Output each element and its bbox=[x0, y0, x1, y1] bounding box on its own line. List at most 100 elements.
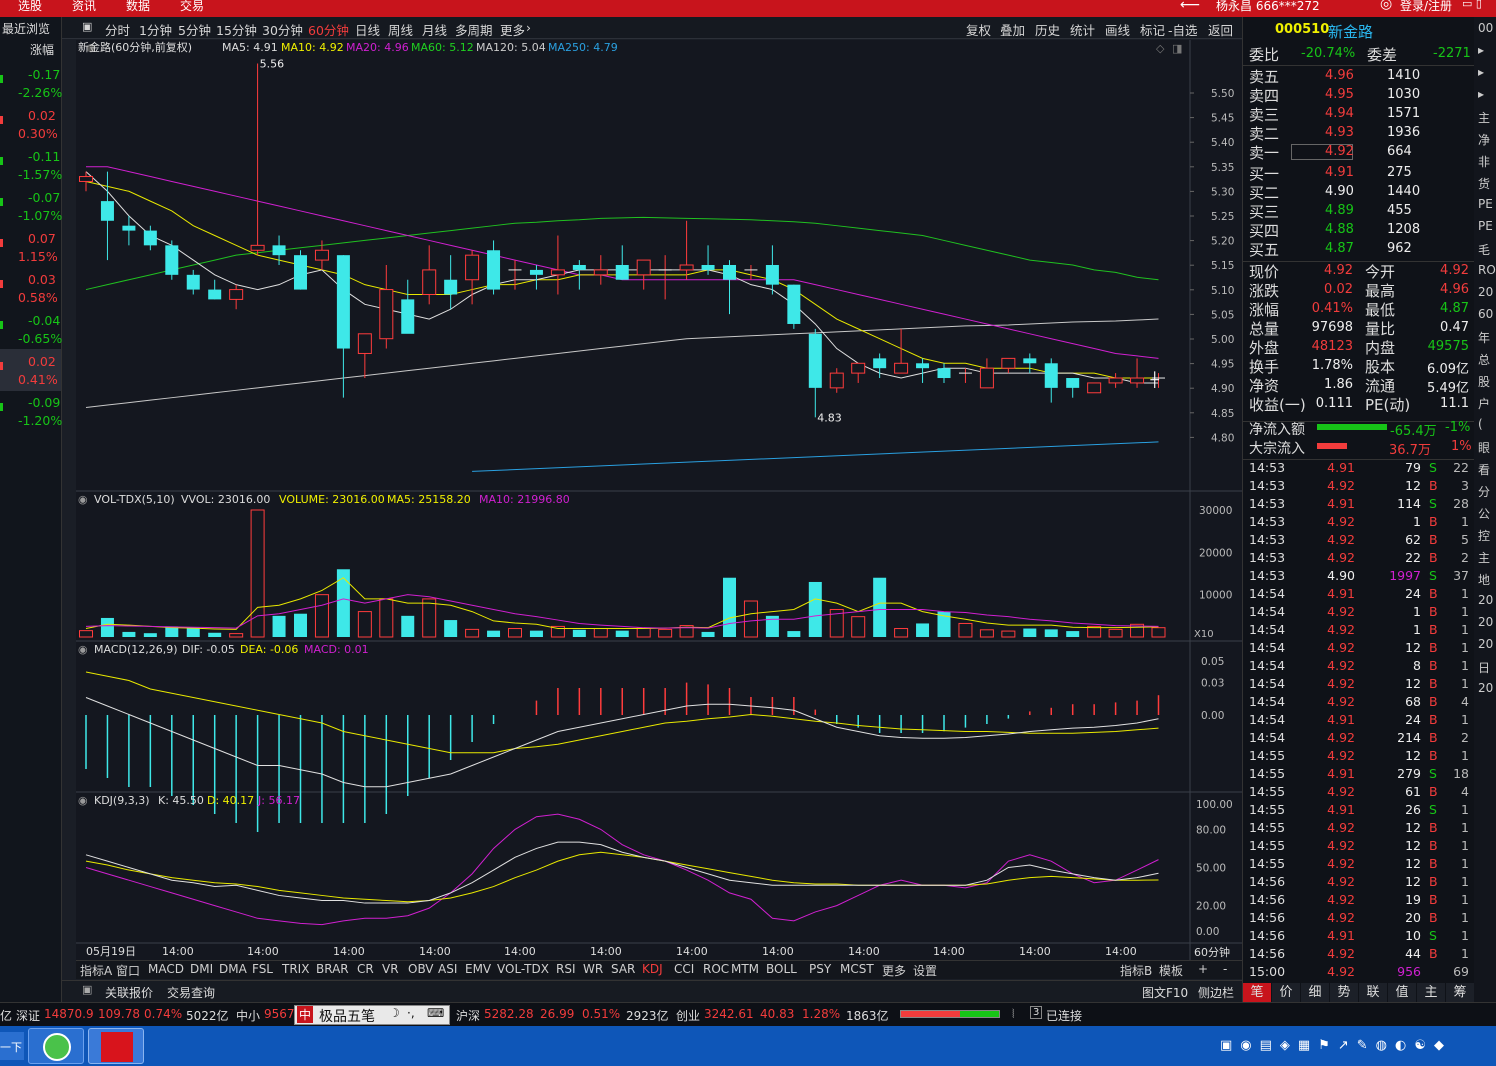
user-icon[interactable]: ◎ bbox=[1380, 0, 1392, 12]
ime-toolbar[interactable]: 中 极品五笔 ☽ ·, ⌨ bbox=[294, 1005, 450, 1025]
indicator-tab[interactable]: PSY bbox=[809, 962, 831, 976]
indicator-tab[interactable]: RSI bbox=[556, 962, 576, 976]
kline-chart-area[interactable]: 5.50 5.45 5.40 5.35 5.30 5.25 5.20 5.15 5.10 5.05… bbox=[76, 40, 1242, 960]
indicator-right-1[interactable]: 模板 bbox=[1159, 962, 1183, 979]
list-item-change[interactable]: 0.02 bbox=[28, 354, 56, 369]
ask-price[interactable]: 4.95 bbox=[1325, 87, 1354, 102]
user-name[interactable]: 杨永昌 666***272 bbox=[1216, 0, 1320, 14]
bid-price[interactable]: 4.87 bbox=[1325, 241, 1354, 256]
tab-trade-query[interactable]: 交易查询 bbox=[167, 984, 215, 1001]
list-item-pct[interactable]: -1.20% bbox=[18, 413, 62, 428]
start-button[interactable]: 一下 bbox=[0, 1032, 24, 1060]
panel-maximize-icon[interactable]: ◨ bbox=[1172, 42, 1182, 55]
system-tray-icons[interactable]: ▣◉▤◈▦⚑↗✎◍◐☯◆ bbox=[1220, 1038, 1490, 1056]
quote-tab[interactable]: 价 bbox=[1272, 983, 1300, 1003]
menu-item-jiaoyi[interactable]: 交易 bbox=[180, 0, 204, 14]
list-item-pct[interactable]: 1.15% bbox=[18, 249, 58, 264]
tool-tongji[interactable]: 统计 bbox=[1070, 20, 1095, 39]
tool-fuquan[interactable]: 复权 bbox=[966, 20, 991, 39]
list-item-pct[interactable]: 0.41% bbox=[18, 372, 58, 387]
bid-price[interactable]: 4.90 bbox=[1325, 184, 1354, 199]
indicator-tab[interactable]: OBV bbox=[408, 962, 434, 976]
indicator-tab[interactable]: KDJ bbox=[642, 962, 663, 976]
tool-fanhui[interactable]: 返回 bbox=[1208, 20, 1233, 39]
list-item-pct[interactable]: -2.26% bbox=[18, 85, 62, 100]
list-item-change[interactable]: -0.09 bbox=[28, 395, 60, 410]
quote-tab[interactable]: 主 bbox=[1417, 983, 1445, 1003]
back-arrow-icon[interactable]: ⟵ bbox=[1180, 0, 1200, 13]
list-item-change[interactable]: 0.03 bbox=[28, 272, 56, 287]
quote-tab[interactable]: 势 bbox=[1330, 983, 1358, 1003]
menu-item-zixun[interactable]: 资讯 bbox=[72, 0, 96, 14]
window-controls-icon[interactable]: ▭ ▯ bbox=[1462, 0, 1482, 10]
ask-price[interactable]: 4.96 bbox=[1325, 68, 1354, 83]
quote-tab[interactable]: 筹 bbox=[1446, 983, 1474, 1003]
indicator-tab[interactable]: BOLL bbox=[766, 962, 797, 976]
tab-daily[interactable]: 日线 bbox=[355, 20, 380, 39]
quote-tab[interactable]: 值 bbox=[1388, 983, 1416, 1003]
tool-huaxian[interactable]: 画线 bbox=[1105, 20, 1130, 39]
indicator-tab[interactable]: ROC bbox=[703, 962, 729, 976]
indicator-tab[interactable]: 设置 bbox=[913, 962, 937, 979]
indicator-tab[interactable]: FSL bbox=[252, 962, 273, 976]
indicator-tab[interactable]: SAR bbox=[611, 962, 635, 976]
indicator-tab[interactable]: ASI bbox=[438, 962, 457, 976]
indicator-tab[interactable]: CCI bbox=[674, 962, 694, 976]
indicator-right-0[interactable]: 指标B bbox=[1120, 962, 1152, 979]
list-item-change[interactable]: 0.07 bbox=[28, 231, 56, 246]
vol-legend-toggle-icon[interactable]: ◉ bbox=[78, 493, 88, 506]
list-item-pct[interactable]: 0.58% bbox=[18, 290, 58, 305]
ime-punct-icon[interactable]: ·, bbox=[407, 1006, 415, 1020]
cy-label[interactable]: 创业 bbox=[676, 1007, 700, 1024]
indicator-tab[interactable]: BRAR bbox=[316, 962, 349, 976]
diamond-icon[interactable]: ◇ bbox=[1156, 42, 1165, 55]
tool-zixuan[interactable]: -自选 bbox=[1168, 20, 1198, 39]
tab-60min[interactable]: 60分钟 bbox=[308, 20, 349, 39]
sz-label[interactable]: 深证 bbox=[16, 1007, 40, 1024]
quote-tab[interactable]: 联 bbox=[1359, 983, 1387, 1003]
tdx-app-taskbar-icon[interactable] bbox=[88, 1028, 144, 1064]
toolbar-toggle-icon[interactable]: ▣ bbox=[82, 20, 92, 33]
change-column-header[interactable]: 涨幅 bbox=[30, 41, 54, 58]
indicator-tab[interactable]: CR bbox=[357, 962, 374, 976]
list-item-pct[interactable]: -1.07% bbox=[18, 208, 62, 223]
panel-toggle-icon[interactable]: ▣ bbox=[82, 983, 92, 996]
indicator-tab[interactable]: TRIX bbox=[282, 962, 309, 976]
indicator-tab[interactable]: 窗口 bbox=[116, 962, 140, 979]
tool-diejia[interactable]: 叠加 bbox=[1000, 20, 1025, 39]
list-item-change[interactable]: -0.11 bbox=[28, 149, 60, 164]
tab-f10[interactable]: 图文F10 bbox=[1142, 984, 1188, 1001]
list-item-pct[interactable]: -1.57% bbox=[18, 167, 62, 182]
tool-biaoji[interactable]: 标记 bbox=[1140, 20, 1165, 39]
menu-item-xuangu[interactable]: 选股 bbox=[18, 0, 42, 14]
indicator-tab[interactable]: DMI bbox=[190, 962, 213, 976]
indicator-tab[interactable]: VOL-TDX bbox=[497, 962, 549, 976]
tab-30min[interactable]: 30分钟 bbox=[262, 20, 303, 39]
indicator-tab[interactable]: DMA bbox=[219, 962, 247, 976]
tab-15min[interactable]: 15分钟 bbox=[216, 20, 257, 39]
tab-weekly[interactable]: 周线 bbox=[388, 20, 413, 39]
tab-sidebar[interactable]: 侧边栏 bbox=[1198, 984, 1234, 1001]
list-item-change[interactable]: -0.07 bbox=[28, 190, 60, 205]
indicator-right-3[interactable]: - bbox=[1223, 962, 1227, 976]
macd-legend-toggle-icon[interactable]: ◉ bbox=[78, 643, 88, 656]
indicator-tab[interactable]: 指标A bbox=[80, 962, 112, 979]
ime-keyboard-icon[interactable]: ⌨ bbox=[427, 1006, 444, 1020]
hs-label[interactable]: 沪深 bbox=[456, 1007, 480, 1024]
ask-price[interactable]: 4.94 bbox=[1325, 106, 1354, 121]
indicator-right-2[interactable]: + bbox=[1198, 962, 1208, 976]
indicator-tab[interactable]: WR bbox=[583, 962, 603, 976]
browser-taskbar-icon[interactable] bbox=[28, 1028, 84, 1064]
quote-tab[interactable]: 细 bbox=[1301, 983, 1329, 1003]
indicator-tab[interactable]: MACD bbox=[148, 962, 184, 976]
kdj-legend-toggle-icon[interactable]: ◉ bbox=[78, 794, 88, 807]
zx-label[interactable]: 中小 bbox=[236, 1007, 260, 1024]
list-item-change[interactable]: 0.02 bbox=[28, 108, 56, 123]
tab-1min[interactable]: 1分钟 bbox=[139, 20, 172, 39]
ime-moon-icon[interactable]: ☽ bbox=[389, 1006, 400, 1020]
list-item-pct[interactable]: -0.65% bbox=[18, 331, 62, 346]
list-item-pct[interactable]: 0.30% bbox=[18, 126, 58, 141]
indicator-tab[interactable]: MCST bbox=[840, 962, 874, 976]
login-link[interactable]: 登录/注册 bbox=[1400, 0, 1452, 14]
menu-item-shuju[interactable]: 数据 bbox=[126, 0, 150, 14]
